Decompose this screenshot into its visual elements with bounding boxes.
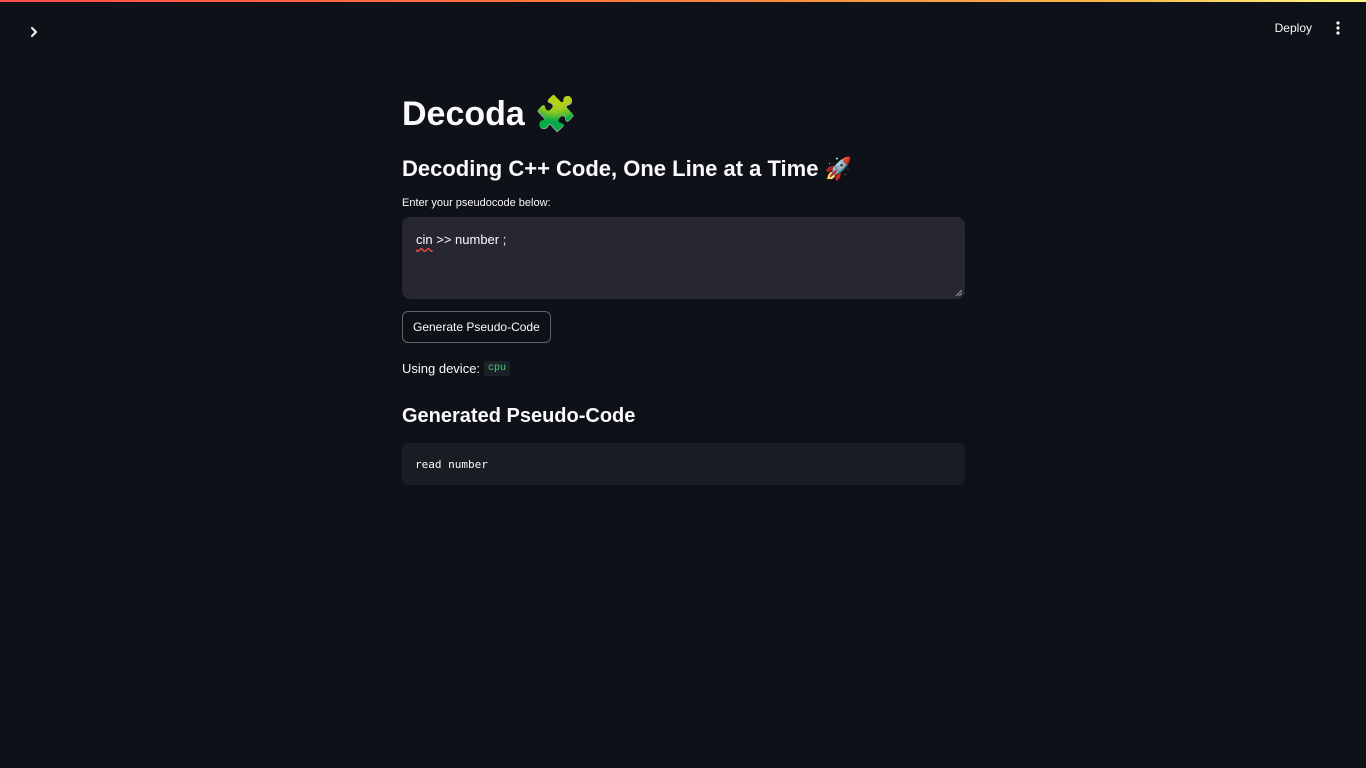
vertical-dots-icon <box>1336 21 1340 35</box>
page-title-text: Decoda <box>402 95 525 133</box>
misspelled-word: cin <box>416 232 433 247</box>
output-code-text: read number <box>415 457 488 471</box>
textarea-value-rest: >> number ; <box>432 232 507 247</box>
sidebar-toggle-button[interactable] <box>22 20 46 44</box>
textarea-value: cin >> number ; <box>416 232 506 247</box>
header-toolbar: Deploy <box>1271 16 1346 40</box>
main-content: Decoda 🧩 Decoding C++ Code, One Line at … <box>402 90 965 485</box>
pseudocode-input-label: Enter your pseudocode below: <box>402 197 551 209</box>
page-title: Decoda 🧩 <box>402 90 965 138</box>
rocket-emoji-icon: 🚀 <box>824 156 852 181</box>
chevron-right-icon <box>31 27 37 37</box>
device-value: cpu <box>484 360 511 376</box>
page-subtitle: Decoding C++ Code, One Line at a Time 🚀 <box>402 154 965 184</box>
resize-handle-icon[interactable] <box>955 289 963 297</box>
output-heading: Generated Pseudo-Code <box>402 405 636 427</box>
output-code-block: read number <box>402 443 965 485</box>
main-menu-button[interactable] <box>1330 16 1346 40</box>
device-prefix: Using device: <box>402 360 481 376</box>
pseudocode-textarea[interactable]: cin >> number ; <box>402 217 965 299</box>
deploy-button[interactable]: Deploy <box>1271 19 1316 37</box>
top-decoration-bar <box>0 0 1366 2</box>
puzzle-emoji-icon: 🧩 <box>534 95 578 133</box>
generate-pseudocode-button[interactable]: Generate Pseudo-Code <box>402 311 551 343</box>
device-info: Using device: cpu <box>402 359 965 377</box>
page-subtitle-text: Decoding C++ Code, One Line at a Time <box>402 156 819 181</box>
